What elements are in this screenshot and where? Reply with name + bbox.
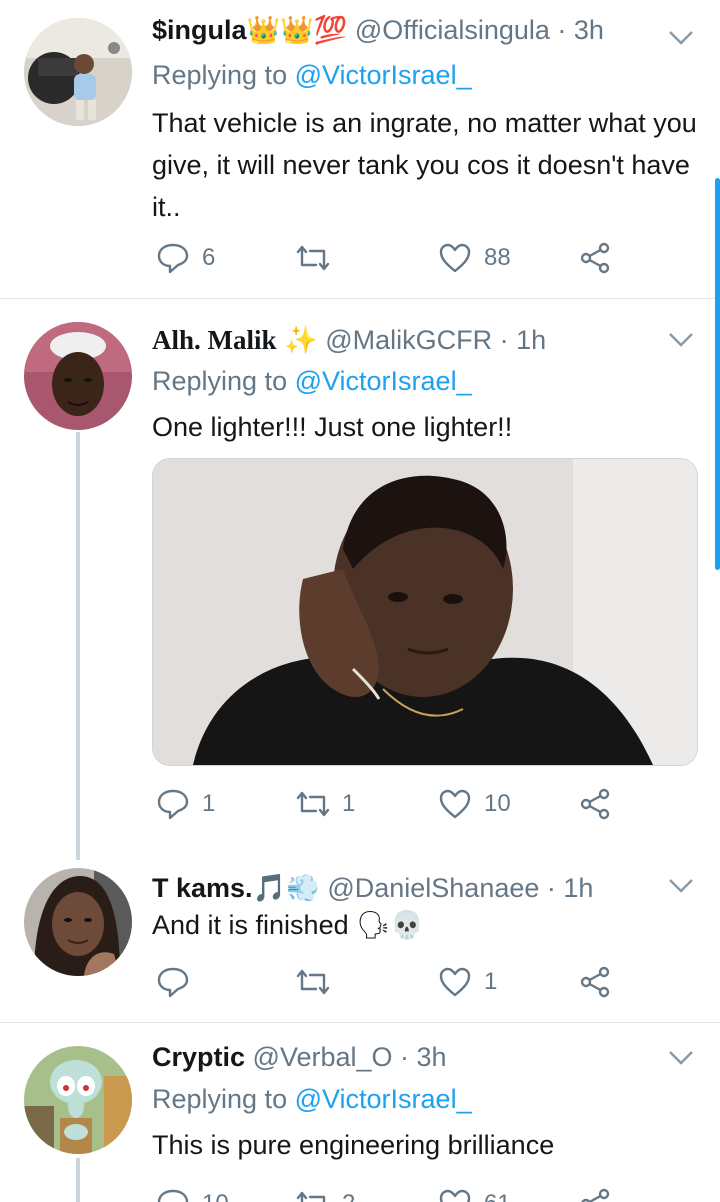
avatar-image bbox=[24, 18, 132, 126]
chevron-down-icon[interactable] bbox=[668, 28, 694, 48]
heart-icon bbox=[439, 967, 471, 997]
avatar[interactable] bbox=[24, 322, 132, 430]
replying-to-link[interactable]: @VictorIsrael_ bbox=[295, 1084, 472, 1114]
timestamp[interactable]: · 1h bbox=[547, 873, 594, 903]
retweet-icon bbox=[296, 1191, 326, 1202]
like-button[interactable]: 1 bbox=[438, 964, 497, 1000]
retweet-icon bbox=[296, 245, 330, 271]
reply-button[interactable] bbox=[156, 964, 202, 1000]
timestamp[interactable]: · 3h bbox=[557, 15, 604, 45]
tweet-tkams[interactable]: T kams.🎵💨 @DanielShanaee · 1h And it is … bbox=[0, 862, 720, 1020]
like-button[interactable]: 88 bbox=[438, 240, 511, 276]
replying-to-label: Replying to bbox=[152, 366, 288, 396]
reply-icon bbox=[157, 789, 189, 820]
timestamp[interactable]: · 1h bbox=[500, 325, 547, 355]
replying-to: Replying to @VictorIsrael_ bbox=[152, 366, 472, 397]
like-count: 88 bbox=[484, 244, 511, 271]
handle[interactable]: @DanielShanaee bbox=[327, 873, 539, 903]
avatar-image bbox=[24, 868, 132, 976]
tweet-text: And it is finished 🗣💀 bbox=[152, 910, 425, 940]
reply-button[interactable]: 10 bbox=[156, 1186, 229, 1202]
replying-to-label: Replying to bbox=[152, 60, 288, 90]
reply-button[interactable]: 1 bbox=[156, 786, 215, 822]
share-button[interactable] bbox=[578, 1186, 612, 1202]
retweet-button[interactable] bbox=[296, 964, 342, 1000]
replying-to-label: Replying to bbox=[152, 1084, 288, 1114]
share-icon bbox=[581, 1188, 610, 1202]
chevron-down-icon[interactable] bbox=[668, 876, 694, 896]
display-name[interactable]: T kams. bbox=[152, 873, 253, 903]
tweet-header: T kams.🎵💨 @DanielShanaee · 1h bbox=[152, 872, 593, 904]
like-button[interactable]: 61 bbox=[438, 1186, 511, 1202]
replying-to-link[interactable]: @VictorIsrael_ bbox=[295, 366, 472, 396]
tweet-actions: 1 1 10 bbox=[152, 786, 632, 822]
display-name[interactable]: $ingula bbox=[152, 15, 247, 45]
avatar-image bbox=[24, 322, 132, 430]
reply-icon bbox=[157, 967, 189, 998]
reply-button[interactable]: 6 bbox=[156, 240, 215, 276]
tweet-malik[interactable]: Alh. Malik ✨ @MalikGCFR · 1h Replying to… bbox=[0, 300, 720, 860]
tweet-cryptic[interactable]: Cryptic @Verbal_O · 3h Replying to @Vict… bbox=[0, 1024, 720, 1202]
name-emoji: 🎵💨 bbox=[252, 873, 320, 903]
share-icon bbox=[580, 788, 610, 820]
heart-icon bbox=[439, 789, 471, 819]
retweet-button[interactable] bbox=[296, 240, 342, 276]
reply-count: 10 bbox=[202, 1190, 229, 1202]
handle[interactable]: @Officialsingula bbox=[355, 15, 550, 45]
retweet-count: 1 bbox=[342, 790, 356, 817]
share-button[interactable] bbox=[578, 786, 612, 822]
share-icon bbox=[580, 966, 610, 998]
avatar-image bbox=[24, 1046, 132, 1154]
like-count: 10 bbox=[484, 790, 511, 817]
media-photo bbox=[153, 459, 697, 765]
replying-to: Replying to @VictorIsrael_ bbox=[152, 1084, 472, 1115]
reply-count: 6 bbox=[202, 244, 216, 271]
name-emoji: ✨ bbox=[284, 325, 318, 355]
like-count: 61 bbox=[484, 1190, 511, 1202]
chevron-down-icon[interactable] bbox=[668, 330, 694, 350]
reply-icon bbox=[157, 243, 189, 274]
tweet-actions: 1 bbox=[152, 964, 632, 1000]
chevron-down-icon[interactable] bbox=[668, 1048, 694, 1068]
tweet-singula[interactable]: $ingula👑👑💯 @Officialsingula · 3h Replyin… bbox=[0, 0, 720, 298]
tweet-header: Cryptic @Verbal_O · 3h bbox=[152, 1042, 447, 1073]
tweet-actions: 6 88 bbox=[152, 240, 632, 276]
heart-icon bbox=[439, 243, 471, 273]
replying-to-link[interactable]: @VictorIsrael_ bbox=[295, 60, 472, 90]
name-emoji: 👑👑💯 bbox=[246, 15, 348, 45]
tweet-text: That vehicle is an ingrate, no matter wh… bbox=[152, 108, 697, 222]
tweet-text: This is pure engineering brilliance bbox=[152, 1130, 555, 1160]
like-button[interactable]: 10 bbox=[438, 786, 511, 822]
heart-icon bbox=[439, 1189, 471, 1202]
replying-to: Replying to @VictorIsrael_ bbox=[152, 60, 472, 91]
retweet-button[interactable]: 2 bbox=[296, 1186, 355, 1202]
display-name[interactable]: Alh. Malik bbox=[152, 325, 277, 355]
tweet-actions: 10 2 61 bbox=[152, 1186, 632, 1202]
share-button[interactable] bbox=[578, 964, 612, 1000]
share-button[interactable] bbox=[578, 240, 612, 276]
tweet-header: Alh. Malik ✨ @MalikGCFR · 1h bbox=[152, 324, 546, 356]
handle[interactable]: @Verbal_O bbox=[253, 1042, 393, 1072]
tweet-text: One lighter!!! Just one lighter!! bbox=[152, 412, 513, 442]
avatar[interactable] bbox=[24, 868, 132, 976]
retweet-count: 2 bbox=[342, 1190, 355, 1202]
handle[interactable]: @MalikGCFR bbox=[325, 325, 492, 355]
retweet-button[interactable]: 1 bbox=[296, 786, 355, 822]
retweet-icon bbox=[296, 791, 330, 817]
tweet-header: $ingula👑👑💯 @Officialsingula · 3h bbox=[152, 14, 604, 46]
display-name[interactable]: Cryptic bbox=[152, 1042, 245, 1072]
tweet-media-image[interactable] bbox=[152, 458, 698, 766]
scrollbar[interactable] bbox=[715, 178, 720, 570]
share-icon bbox=[580, 242, 610, 274]
avatar[interactable] bbox=[24, 1046, 132, 1154]
reply-icon bbox=[157, 1189, 189, 1202]
avatar[interactable] bbox=[24, 18, 132, 126]
reply-count: 1 bbox=[202, 790, 216, 817]
divider bbox=[0, 1022, 720, 1023]
timestamp[interactable]: · 3h bbox=[400, 1042, 447, 1072]
like-count: 1 bbox=[484, 968, 498, 995]
divider bbox=[0, 298, 720, 299]
retweet-icon bbox=[296, 969, 330, 995]
